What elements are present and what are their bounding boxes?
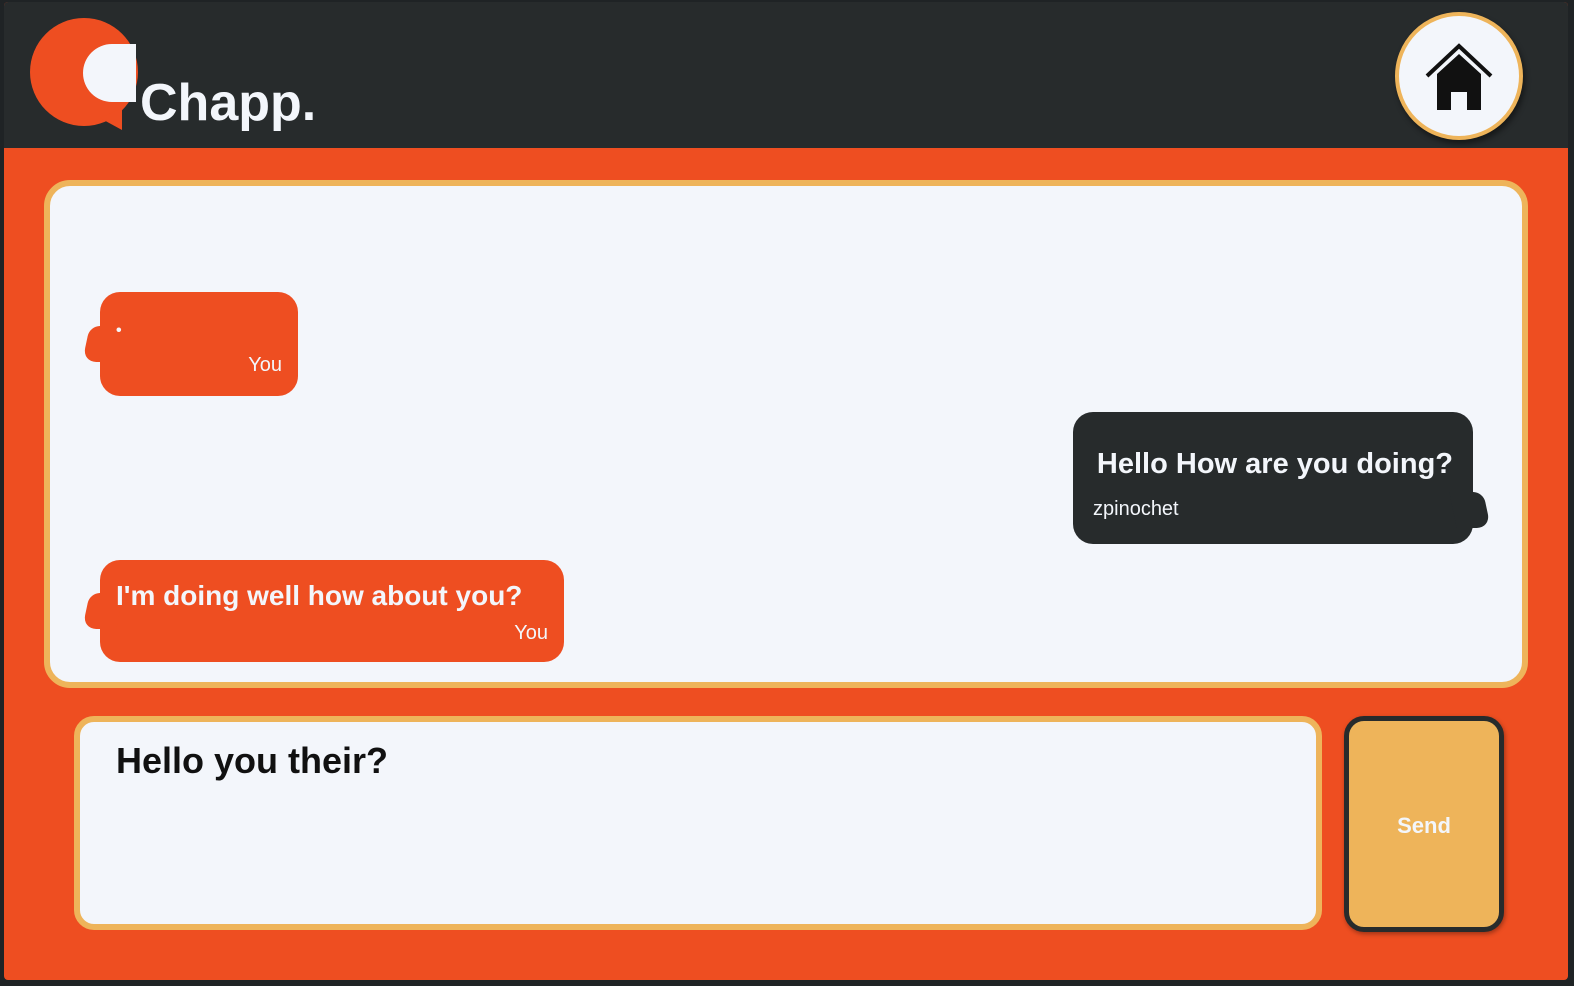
send-button-label: Send <box>1397 813 1451 838</box>
home-button[interactable] <box>1395 12 1523 140</box>
message-text: • <box>116 322 122 339</box>
send-button[interactable]: Send <box>1344 716 1504 932</box>
message-list[interactable]: • You Hello How are you doing? zpinochet… <box>44 180 1528 688</box>
message-text: I'm doing well how about you? <box>116 580 523 611</box>
home-icon <box>1425 43 1493 110</box>
message-bubble-mine: I'm doing well how about you? You <box>82 560 564 662</box>
app-header: Chapp. <box>4 2 1568 148</box>
message-sender: zpinochet <box>1093 498 1179 520</box>
message-input[interactable]: Hello you their? <box>74 716 1322 930</box>
message-text: Hello How are you doing? <box>1096 448 1453 480</box>
speech-bubble-logo-icon <box>30 18 140 134</box>
message-input-value[interactable]: Hello you their? <box>116 740 388 782</box>
message-bubble-mine: • You <box>82 292 298 396</box>
message-sender: You <box>248 354 282 376</box>
message-bubble-theirs: Hello How are you doing? zpinochet <box>1073 412 1491 544</box>
message-sender: You <box>514 622 548 644</box>
app-brand-title: Chapp. <box>140 74 317 132</box>
chat-app: Chapp. • You Hello How are you doing? zp… <box>4 2 1568 980</box>
